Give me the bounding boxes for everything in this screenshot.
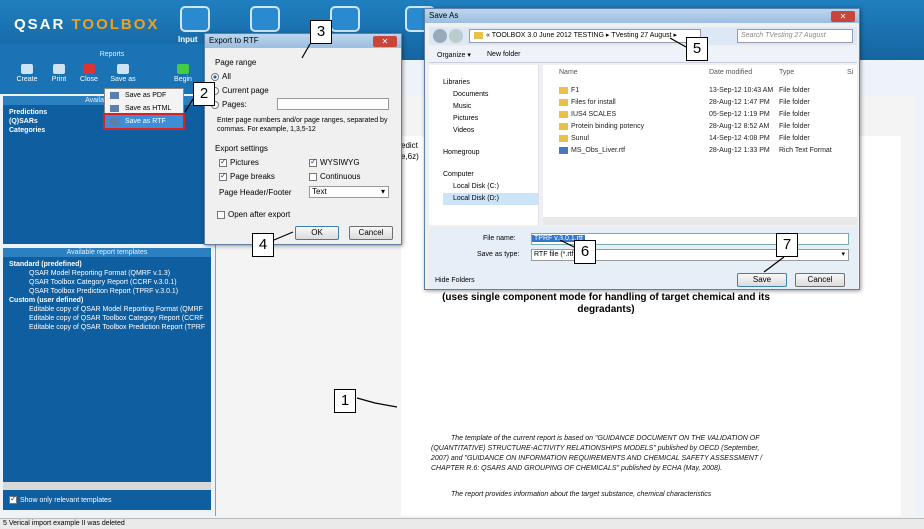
callout-arrows	[184, 37, 785, 408]
status-bar: 5 Verical import example II was deleted	[0, 518, 924, 529]
callout-arrow-2	[184, 98, 194, 113]
callout-arrow-5	[669, 37, 687, 48]
callout-arrow-6	[559, 239, 575, 248]
callout-arrow-3	[301, 43, 311, 59]
callout-arrow-1	[356, 397, 398, 408]
callout-arrow-4	[273, 231, 294, 241]
callout-arrow-7	[763, 256, 785, 273]
